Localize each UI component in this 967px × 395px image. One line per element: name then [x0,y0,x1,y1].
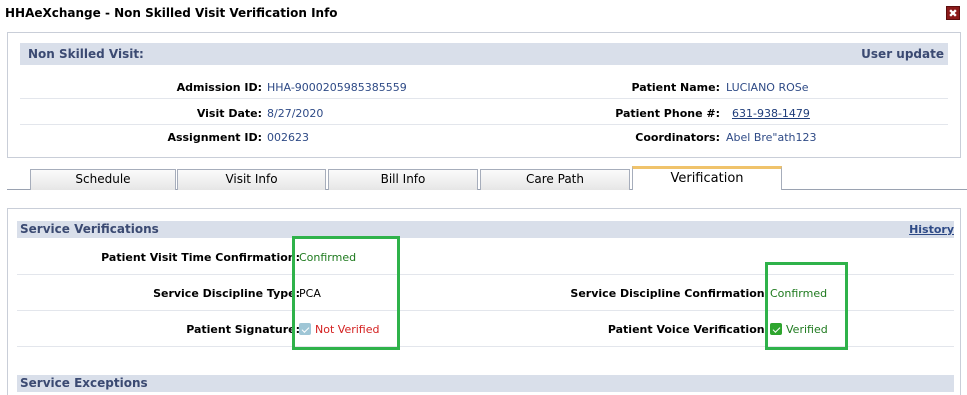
visit-time-label: Patient Visit Time Confirmation: [101,251,300,264]
discipline-confirmation-label: Service Discipline Confirmation: [570,287,769,300]
visit-date-label: Visit Date: [196,107,262,120]
patient-phone-label: Patient Phone #: [615,107,720,120]
visit-date-value: 8/27/2020 [267,107,324,120]
highlight-box-left [292,236,400,350]
service-verifications-header: Service Verifications History [17,221,954,238]
assignment-id-label: Assignment ID: [167,131,262,144]
history-link[interactable]: History [909,223,954,236]
visit-header-label: Non Skilled Visit: [28,47,144,61]
tab-bar: Schedule Visit Info Bill Info Care Path … [0,166,967,190]
tab-care-path[interactable]: Care Path [480,169,630,190]
coordinators-value: Abel Bre"ath123 [726,131,817,144]
close-icon[interactable]: ✖ [946,6,960,20]
discipline-type-label: Service Discipline Type: [153,287,300,300]
title-bar: HHAeXchange - Non Skilled Visit Verifica… [0,0,967,26]
patient-name-label: Patient Name: [631,81,720,94]
voice-verification-label: Patient Voice Verification: [607,323,769,336]
admission-id-value: HHA-9000205985385559 [267,81,407,94]
info-row-admission: Admission ID: HHA-9000205985385559 Patie… [20,75,948,99]
highlight-box-right [765,262,848,350]
tab-visit-info[interactable]: Visit Info [177,169,326,190]
info-row-visit-date: Visit Date: 8/27/2020 Patient Phone #: 6… [20,101,948,125]
admission-id-label: Admission ID: [176,81,262,94]
service-verifications-title: Service Verifications [20,222,159,236]
tab-schedule[interactable]: Schedule [30,169,176,190]
patient-name-value: LUCIANO ROSe [726,81,809,94]
visit-info-panel: Non Skilled Visit: User update Admission… [7,32,961,158]
service-exceptions-title: Service Exceptions [20,376,148,390]
user-update-label: User update [861,47,944,61]
tab-bill-info[interactable]: Bill Info [328,169,478,190]
window-title: HHAeXchange - Non Skilled Visit Verifica… [5,6,338,20]
patient-phone-link[interactable]: 631-938-1479 [732,107,810,120]
coordinators-label: Coordinators: [635,131,720,144]
tab-verification[interactable]: Verification [632,166,782,190]
service-exceptions-header: Service Exceptions [17,375,954,392]
visit-header: Non Skilled Visit: User update [20,43,948,65]
signature-label: Patient Signature: [186,323,300,336]
info-row-assignment: Assignment ID: 002623 Coordinators: Abel… [20,125,948,149]
assignment-id-value: 002623 [267,131,309,144]
